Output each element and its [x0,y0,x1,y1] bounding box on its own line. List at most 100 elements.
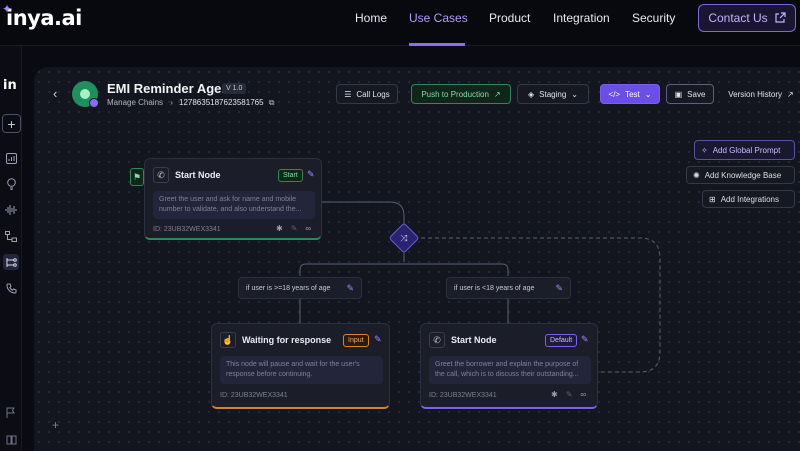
add-integrations-button[interactable]: ⊞ Add Integrations [702,190,795,208]
edit-icon[interactable]: ✎ [346,283,354,294]
contact-us-label: Contact Us [708,11,768,25]
floppy-disk-icon: ▣ [674,89,683,99]
chain-id: 1278635187623581765 ⧉ [179,98,275,108]
pencil-icon[interactable]: ✎ [566,390,573,399]
pencil-icon[interactable]: ✎ [291,224,298,233]
test-button[interactable]: </> Test ⌄ [600,84,660,104]
sparkle-icon: ✦ [2,2,12,16]
condition-adult-label: if user is >=18 years of age [246,284,331,292]
audio-waveform-icon[interactable] [3,202,19,218]
chevron-down-icon: ⌄ [644,89,652,99]
ai-sparkle-icon[interactable]: ✱ [276,224,283,233]
environment-select[interactable]: ◈ Staging ⌄ [517,84,589,104]
nav-use-cases[interactable]: Use Cases [409,11,468,25]
add-knowledge-base-button[interactable]: ✺ Add Knowledge Base [686,166,795,184]
nav-product[interactable]: Product [489,11,530,25]
top-navigation: ✦ inya.ai Home Use Cases Product Integra… [0,0,800,46]
save-label: Save [687,89,706,99]
node-id: ID: 23UB32WEX3341 [429,392,497,399]
phone-icon: ✆ [153,167,169,183]
copy-icon[interactable]: ⧉ [269,98,275,107]
nav-home[interactable]: Home [355,11,387,25]
sparkle-icon: ✧ [701,145,708,155]
edit-icon[interactable]: ✎ [581,334,589,345]
save-button[interactable]: ▣ Save [666,84,714,104]
knowledge-base-label: Add Knowledge Base [704,170,782,180]
chain-id-value: 1278635187623581765 [179,98,264,107]
call-logs-button[interactable]: ☰ Call Logs [336,84,398,104]
code-icon: </> [608,89,621,99]
brand-logo[interactable]: ✦ inya.ai [2,2,82,30]
agent-title: EMI Reminder Agent [107,81,234,96]
flag-icon[interactable] [3,404,19,420]
flow-canvas[interactable] [34,67,800,451]
phone-icon: ✆ [429,332,445,348]
left-rail [0,46,22,451]
version-history-label: Version History [728,89,783,99]
version-badge: V 1.0 [222,83,247,94]
condition-minor[interactable]: if user is <18 years of age ✎ [446,277,571,299]
default-tag: Default [545,334,578,347]
environment-label: Staging [539,89,567,99]
brand-logo-text: inya.ai [6,6,82,30]
ai-sparkle-icon[interactable]: ✱ [551,390,558,399]
push-label: Push to Production [421,89,489,99]
arrow-up-right-icon: ↗ [493,89,501,99]
add-global-prompt-button[interactable]: ✧ Add Global Prompt [694,140,795,160]
breadcrumb: Manage Chains › [107,98,173,107]
input-tag: Input [343,334,369,347]
push-to-production-button[interactable]: Push to Production ↗ [411,84,511,104]
integrations-label: Add Integrations [720,194,779,204]
agent-status-badge [89,98,99,108]
nav-integration[interactable]: Integration [553,11,610,25]
phone-icon[interactable] [3,280,19,296]
global-prompt-label: Add Global Prompt [712,145,781,155]
zoom-in-icon[interactable]: + [52,418,59,432]
node-title: Start Node [451,335,497,345]
call-logs-label: Call Logs [356,89,390,99]
book-icon[interactable] [3,432,19,448]
breadcrumb-manage-chains[interactable]: Manage Chains [107,98,163,107]
edit-icon[interactable]: ✎ [374,334,382,345]
edit-icon[interactable]: ✎ [307,169,315,180]
add-icon[interactable]: + [2,114,21,133]
waiting-node[interactable]: ☝ Waiting for response Input ✎ This node… [211,323,390,409]
edit-icon[interactable]: ✎ [555,283,563,294]
user-hand-icon: ☝ [220,332,236,348]
shuffle-icon: ⤨ [400,232,408,243]
node-id: ID: 23UB32WEX3341 [220,392,288,399]
start-flag-icon: ⚑ [130,168,144,186]
workflow-icon[interactable] [3,228,19,244]
brain-icon: ✺ [693,170,700,180]
agent-avatar [72,81,99,108]
start-node-default[interactable]: ✆ Start Node Default ✎ Greet the borrowe… [420,323,598,409]
node-actions: ✱ ✎ ∞ [276,224,311,233]
link-icon[interactable]: ∞ [305,224,311,233]
layers-icon: ◈ [528,89,535,99]
chains-icon[interactable] [3,254,19,270]
test-label: Test [625,89,640,99]
contact-us-button[interactable]: Contact Us [698,4,796,32]
node-title: Waiting for response [242,335,332,345]
rail-logo[interactable]: in [3,78,17,93]
nav-security[interactable]: Security [632,11,675,25]
node-description: Greet the user and ask for name and mobi… [153,191,315,219]
breadcrumb-separator-icon: › [170,98,173,107]
node-description: Greet the borrower and explain the purpo… [429,356,591,384]
start-tag: Start [278,169,303,182]
active-nav-indicator [409,43,465,46]
start-node[interactable]: ✆ Start Node Start ✎ Greet the user and … [144,158,322,240]
back-chevron-icon[interactable]: ‹ [53,86,57,101]
lightbulb-icon[interactable] [3,176,19,192]
condition-adult[interactable]: if user is >=18 years of age ✎ [238,277,362,299]
list-icon: ☰ [344,89,352,99]
condition-minor-label: if user is <18 years of age [454,284,535,292]
node-title: Start Node [175,170,221,180]
analytics-icon[interactable] [3,150,19,166]
link-icon[interactable]: ∞ [580,390,586,399]
chevron-down-icon: ⌄ [571,89,578,99]
version-history-button[interactable]: Version History ↗ [722,84,800,104]
integrations-icon: ⊞ [709,194,716,204]
node-description: This node will pause and wait for the us… [220,356,383,384]
node-id: ID: 23UB32WEX3341 [153,226,221,233]
